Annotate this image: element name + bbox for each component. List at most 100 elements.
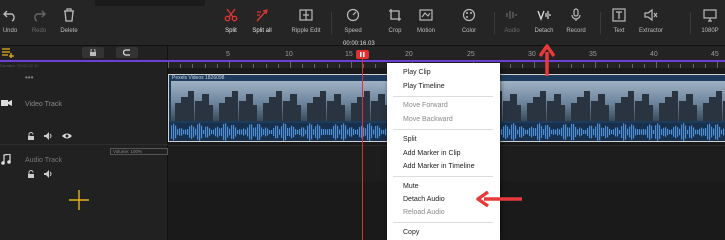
lock-icon[interactable] bbox=[27, 170, 35, 178]
waveform-bar bbox=[341, 124, 343, 140]
lock-all-button[interactable] bbox=[82, 47, 104, 58]
lock-icon[interactable] bbox=[27, 132, 35, 140]
waveform-bar bbox=[685, 125, 687, 139]
delete-button[interactable]: Delete bbox=[58, 8, 80, 42]
waveform-bar bbox=[719, 126, 721, 138]
menu-divider bbox=[393, 176, 493, 177]
clip-thumbnail bbox=[567, 81, 611, 121]
redo-icon bbox=[34, 10, 46, 22]
waveform-bar bbox=[681, 124, 683, 140]
magnet-icon bbox=[123, 49, 130, 56]
duration-label: Duration: 00:00:22.10 bbox=[0, 63, 39, 68]
waveform-bar bbox=[237, 129, 239, 135]
waveform-bar bbox=[591, 125, 593, 139]
menu-item-mute[interactable]: Mute bbox=[403, 183, 419, 190]
detach-button[interactable]: Detach bbox=[532, 8, 556, 42]
menu-item-move-backward[interactable]: Move Backward bbox=[403, 116, 453, 123]
more-options-dots[interactable]: ••• bbox=[25, 73, 33, 82]
waveform-bar bbox=[247, 127, 249, 137]
waveform-bar bbox=[507, 126, 509, 138]
waveform-bar bbox=[279, 129, 281, 135]
speaker-icon[interactable] bbox=[44, 132, 53, 140]
audio-button[interactable]: Audio bbox=[502, 8, 522, 42]
record-label: Record bbox=[566, 28, 586, 34]
menu-item-play-clip[interactable]: Play Clip bbox=[403, 69, 431, 76]
annotation-arrow-left bbox=[476, 191, 522, 207]
waveform-bar bbox=[503, 126, 505, 138]
track-header-panel: Duration: 00:00:22.10 ••• Video Track Au… bbox=[0, 46, 168, 240]
waveform-bar bbox=[171, 125, 173, 139]
speed-button[interactable]: Speed bbox=[343, 8, 363, 42]
crop-button[interactable]: Crop bbox=[386, 8, 404, 42]
waveform-bar bbox=[259, 124, 261, 140]
split-all-button[interactable]: Split all bbox=[251, 8, 273, 42]
waveform-bar bbox=[585, 129, 587, 135]
menu-item-split[interactable]: Split bbox=[403, 136, 417, 143]
waveform-bar bbox=[539, 123, 541, 141]
split-all-icon bbox=[256, 9, 268, 22]
text-button[interactable]: Text bbox=[609, 8, 629, 42]
redo-button[interactable]: Redo bbox=[30, 8, 48, 42]
waveform-bar bbox=[381, 129, 383, 135]
waveform-bar bbox=[199, 123, 201, 141]
split-button[interactable]: Split bbox=[222, 8, 240, 42]
thumbnail-building bbox=[516, 105, 521, 121]
add-track-icon[interactable] bbox=[2, 48, 14, 58]
clip-thumbnail bbox=[171, 81, 215, 121]
detach-label: Detach bbox=[534, 28, 554, 34]
waveform-bar bbox=[605, 125, 607, 139]
waveform-bar bbox=[359, 127, 361, 137]
menu-item-detach-audio[interactable]: Detach Audio bbox=[403, 196, 445, 203]
audio-icon bbox=[506, 11, 517, 19]
resolution-button[interactable]: 1080P bbox=[698, 8, 722, 42]
menu-item-reload-audio[interactable]: Reload Audio bbox=[403, 209, 445, 216]
waveform-bar bbox=[223, 124, 225, 140]
waveform-bar bbox=[695, 129, 697, 135]
record-button[interactable]: Record bbox=[565, 8, 587, 42]
waveform-bar bbox=[265, 127, 267, 137]
link-button[interactable] bbox=[116, 47, 138, 58]
waveform-bar bbox=[243, 128, 245, 136]
menu-item-add-marker-timeline[interactable]: Add Marker in Timeline bbox=[403, 163, 475, 170]
undo-button[interactable]: Undo bbox=[0, 8, 20, 42]
speaker-icon[interactable] bbox=[44, 170, 53, 178]
motion-button[interactable]: Motion bbox=[415, 8, 437, 42]
waveform-bar bbox=[179, 128, 181, 136]
menu-item-add-marker-clip[interactable]: Add Marker in Clip bbox=[403, 150, 461, 157]
waveform-bar bbox=[347, 129, 349, 135]
waveform-bar bbox=[583, 129, 585, 135]
waveform-bar bbox=[715, 124, 717, 140]
menu-item-copy[interactable]: Copy bbox=[403, 229, 419, 236]
waveform-bar bbox=[541, 126, 543, 138]
menu-item-move-forward[interactable]: Move Forward bbox=[403, 102, 448, 109]
waveform-bar bbox=[263, 129, 265, 135]
playhead-line[interactable] bbox=[362, 50, 363, 240]
monitor-icon bbox=[703, 9, 717, 22]
waveform-bar bbox=[621, 125, 623, 139]
waveform-bar bbox=[187, 128, 189, 136]
waveform-bar bbox=[603, 127, 605, 137]
clip-thumbnail bbox=[611, 81, 655, 121]
eye-icon[interactable] bbox=[62, 132, 72, 140]
waveform-bar bbox=[227, 126, 229, 138]
split-label: Split bbox=[225, 28, 237, 34]
waveform-bar bbox=[235, 127, 237, 137]
color-button[interactable]: Color bbox=[459, 8, 479, 42]
playhead-handle[interactable] bbox=[356, 50, 369, 59]
waveform-bar bbox=[683, 123, 685, 141]
waveform-bar bbox=[697, 129, 699, 135]
menu-item-play-timeline[interactable]: Play Timeline bbox=[403, 83, 445, 90]
waveform-bar bbox=[593, 128, 595, 136]
waveform-bar bbox=[309, 123, 311, 141]
waveform-bar bbox=[249, 124, 251, 140]
waveform-bar bbox=[623, 123, 625, 141]
thumbnail-building bbox=[560, 105, 565, 121]
waveform-bar bbox=[177, 129, 179, 135]
waveform-bar bbox=[355, 129, 357, 135]
waveform-bar bbox=[191, 124, 193, 140]
ripple-edit-button[interactable]: Ripple Edit bbox=[290, 8, 322, 42]
add-track-plus-icon[interactable] bbox=[68, 189, 90, 211]
waveform-bar bbox=[645, 129, 647, 135]
waveform-bar bbox=[557, 128, 559, 136]
extractor-button[interactable]: Extractor bbox=[637, 8, 665, 42]
